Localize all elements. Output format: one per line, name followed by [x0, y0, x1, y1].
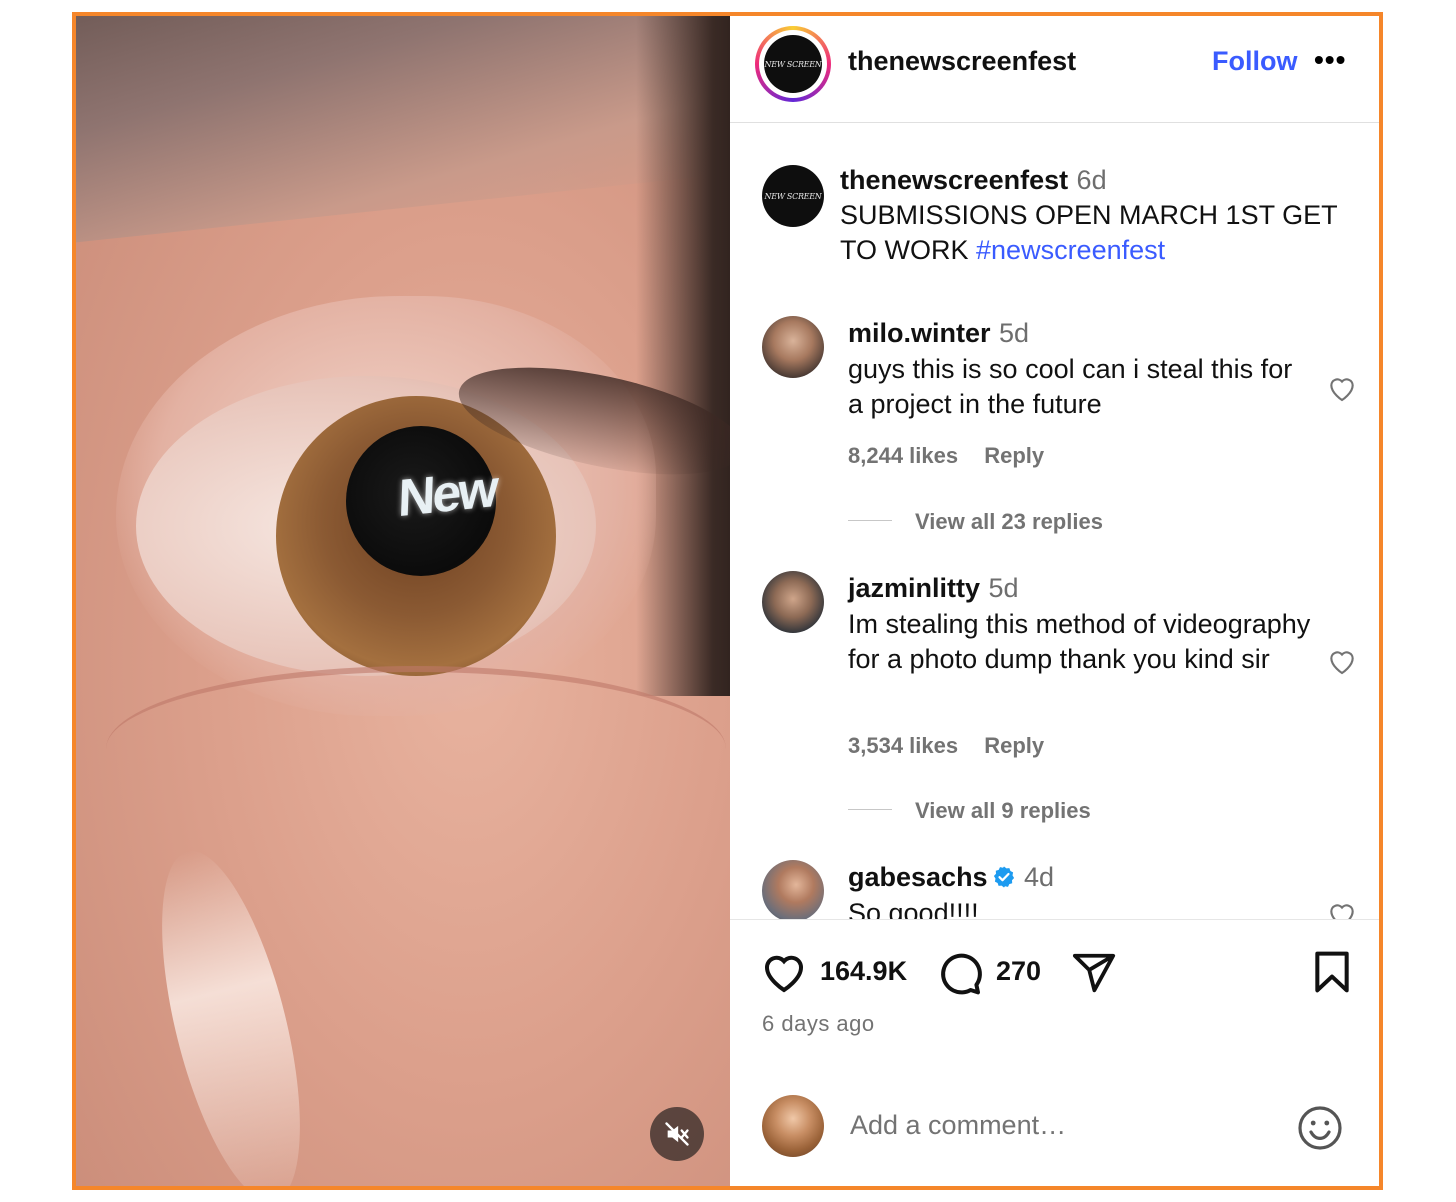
author-avatar[interactable]: NEW SCREEN — [764, 35, 822, 93]
comment-time: 5d — [998, 318, 1030, 348]
caption-username[interactable]: thenewscreenfest — [840, 165, 1068, 195]
eye-reflection-text: New — [397, 459, 497, 529]
comment-header: jazminlitty 5d — [848, 573, 1019, 604]
caption-hashtag[interactable]: #newscreenfest — [976, 235, 1165, 265]
post-video[interactable]: New — [76, 16, 730, 1186]
post-sidebar: NEW SCREEN thenewscreenfest Follow ••• N… — [730, 16, 1379, 1186]
post-modal: New NEW SCREEN thenewscreenfest Follow •… — [72, 12, 1383, 1190]
post-header: NEW SCREEN thenewscreenfest Follow ••• — [730, 16, 1379, 123]
add-comment-input[interactable]: Add a comment… — [850, 1110, 1066, 1141]
view-replies-button[interactable]: View all 9 replies — [915, 798, 1091, 824]
comment-username[interactable]: gabesachs — [848, 862, 988, 892]
mute-button[interactable] — [650, 1107, 704, 1161]
replies-divider — [848, 520, 892, 521]
verified-icon — [993, 866, 1014, 888]
caption-avatar-logo: NEW SCREEN — [764, 191, 822, 201]
caption-time: 6d — [1076, 165, 1107, 195]
comment-likes[interactable]: 8,244 likes — [848, 443, 958, 468]
video-shadow — [636, 16, 730, 696]
caption-text: SUBMISSIONS OPEN MARCH 1ST GET TO WORK #… — [840, 198, 1360, 268]
like-count[interactable]: 164.9K — [820, 956, 907, 987]
commenter-avatar[interactable] — [762, 860, 824, 919]
replies-divider — [848, 809, 892, 810]
share-icon[interactable] — [1070, 950, 1118, 996]
comment-time: 4d — [1024, 862, 1055, 892]
more-icon[interactable]: ••• — [1314, 44, 1346, 76]
comment-like-heart-icon[interactable] — [1326, 373, 1358, 403]
reply-button[interactable]: Reply — [984, 443, 1044, 468]
author-username[interactable]: thenewscreenfest — [848, 46, 1076, 77]
comment-meta: 8,244 likes Reply — [848, 443, 1044, 469]
follow-button[interactable]: Follow — [1212, 46, 1297, 77]
comment-username[interactable]: milo.winter — [848, 318, 991, 348]
video-lower-lid — [106, 666, 726, 832]
current-user-avatar — [762, 1095, 824, 1157]
emoji-icon[interactable] — [1296, 1104, 1344, 1152]
video-hair-area — [76, 16, 730, 246]
comment-header: gabesachs 4d — [848, 862, 1054, 893]
posted-time: 6 days ago — [762, 1011, 875, 1036]
mute-icon — [665, 1122, 689, 1146]
comment-header: milo.winter 5d — [848, 318, 1029, 349]
comment-text: Im stealing this method of videography f… — [848, 609, 1311, 674]
heart-icon[interactable] — [760, 950, 808, 994]
reply-button[interactable]: Reply — [984, 733, 1044, 758]
bookmark-icon[interactable] — [1312, 950, 1352, 994]
comment-time: 5d — [988, 573, 1019, 603]
commenter-avatar[interactable] — [762, 571, 824, 633]
comment-meta: 3,534 likes Reply — [848, 733, 1044, 759]
view-replies-button[interactable]: View all 23 replies — [915, 509, 1103, 535]
caption-header: thenewscreenfest 6d — [840, 165, 1107, 196]
author-avatar-logo: NEW SCREEN — [764, 59, 822, 69]
comment-text: So good!!!! — [848, 898, 979, 919]
comment-likes[interactable]: 3,534 likes — [848, 733, 958, 758]
comment-count[interactable]: 270 — [996, 956, 1041, 987]
comment-like-heart-icon[interactable] — [1326, 899, 1358, 919]
caption-avatar[interactable]: NEW SCREEN — [762, 165, 824, 227]
comment-username[interactable]: jazminlitty — [848, 573, 980, 603]
actions-divider — [730, 919, 1379, 920]
comments-list[interactable]: NEW SCREEN thenewscreenfest 6d SUBMISSIO… — [730, 123, 1379, 919]
comment-icon[interactable] — [936, 950, 984, 998]
commenter-avatar[interactable] — [762, 316, 824, 378]
comment-like-heart-icon[interactable] — [1326, 646, 1358, 676]
video-skin-highlight — [134, 838, 328, 1186]
comment-text: guys this is so cool can i steal this fo… — [848, 354, 1293, 419]
author-avatar-story-ring[interactable]: NEW SCREEN — [755, 26, 831, 102]
